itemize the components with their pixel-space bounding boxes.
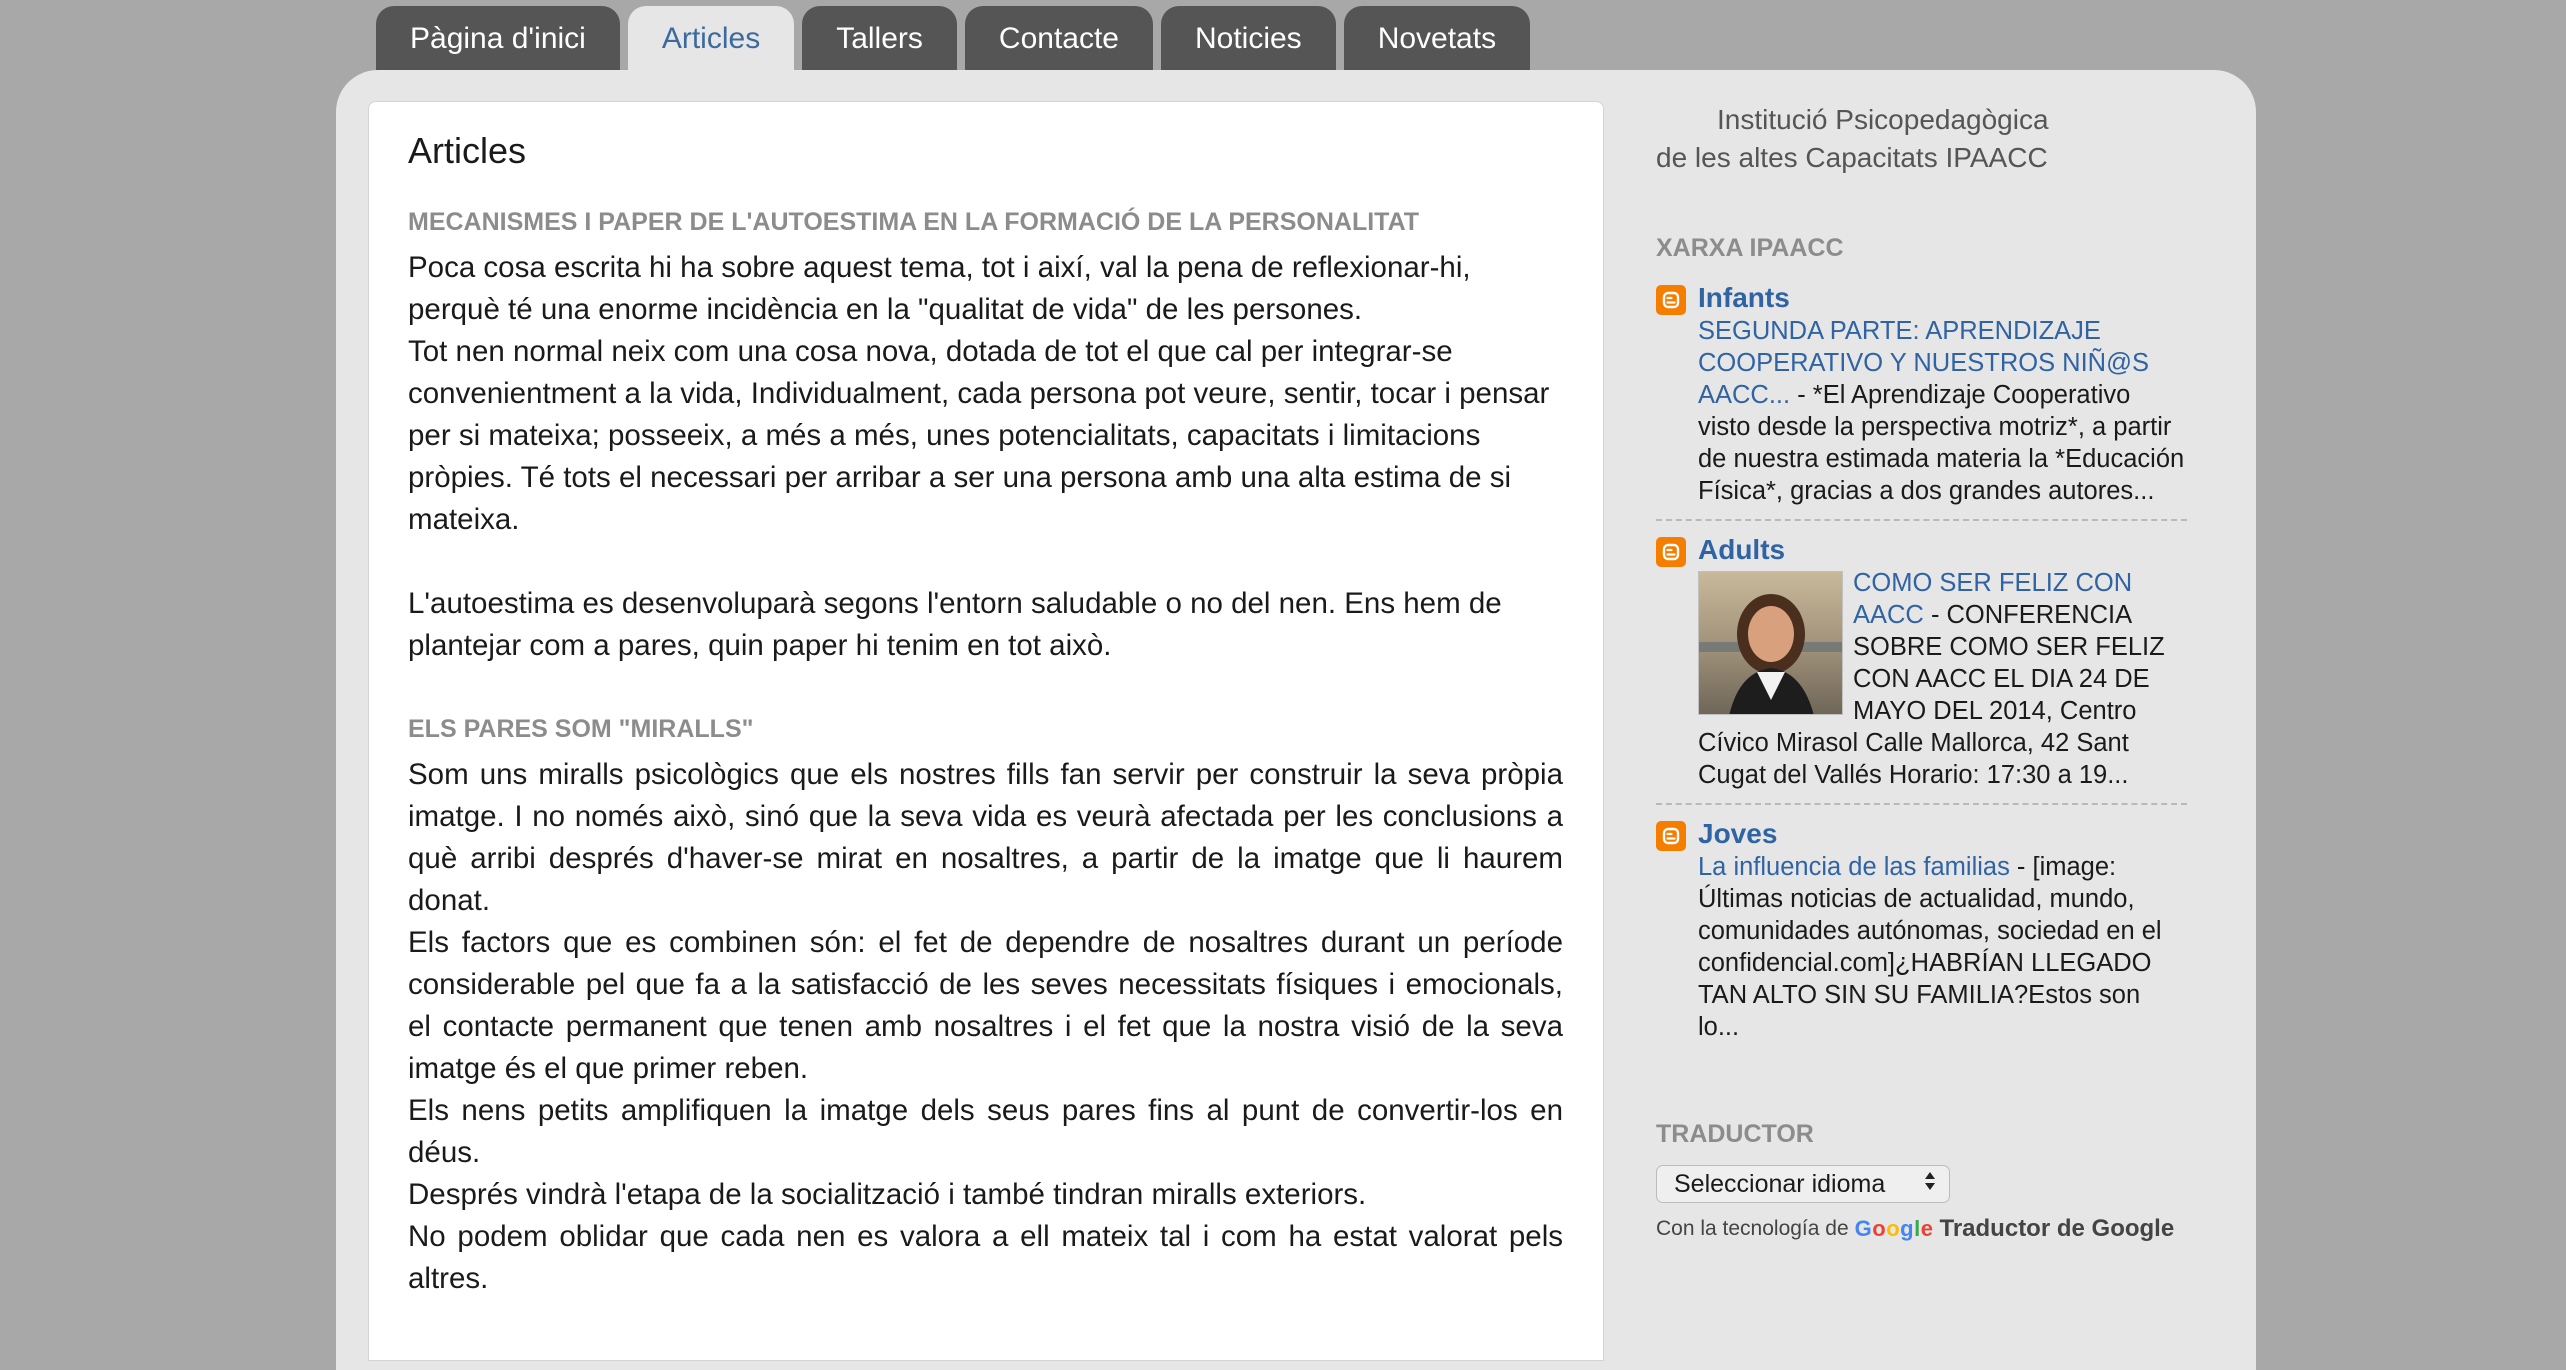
blog-name-link[interactable]: Joves (1698, 817, 2187, 851)
article-paragraph: Els factors que es combinen són: el fet … (408, 926, 1563, 1085)
blogger-icon (1656, 821, 1686, 851)
blog-list-item: Infants SEGUNDA PARTE: APRENDIZAJE COOPE… (1656, 281, 2187, 521)
blog-post-summary: La influencia de las familias - [image: … (1698, 851, 2187, 1043)
blog-name-link[interactable]: Adults (1698, 533, 2187, 567)
powered-by-text: Con la tecnología de (1656, 1217, 1849, 1240)
institution-name: de les altes Capacitats IPAACC (1656, 142, 2048, 173)
language-select[interactable]: Seleccionar idioma (1656, 1165, 1950, 1203)
language-select-value: Seleccionar idioma (1674, 1169, 1886, 1198)
blogger-icon (1656, 285, 1686, 315)
tab-tallers[interactable]: Tallers (802, 6, 957, 71)
google-translate-link[interactable]: Traductor de Google (1940, 1215, 2175, 1243)
select-arrows-icon (1923, 1169, 1937, 1200)
tab-novetats[interactable]: Novetats (1343, 6, 1531, 71)
article-paragraph: No podem oblidar que cada nen es valora … (408, 1220, 1563, 1295)
section-heading: MECANISMES I PAPER DE L'AUTOESTIMA EN LA… (408, 208, 1420, 236)
tab-articles[interactable]: Articles (627, 6, 795, 71)
sidebar: Institució Psicopedagògica de les altes … (1656, 101, 2187, 1243)
blog-post-summary: SEGUNDA PARTE: APRENDIZAJE COOPERATIVO Y… (1698, 315, 2187, 507)
blogger-icon (1656, 537, 1686, 567)
translator-widget-title: TRADUCTOR (1656, 1120, 1814, 1148)
blog-name-link[interactable]: Infants (1698, 281, 2187, 315)
article-paragraph: Som uns miralls psicològics que els nost… (408, 758, 1563, 917)
network-widget-title: XARXA IPAACC (1656, 234, 1844, 262)
tab-contacte[interactable]: Contacte (964, 6, 1153, 71)
tab-pagina-inici[interactable]: Pàgina d'inici (376, 6, 620, 71)
article-card: Articles MECANISMES I PAPER DE L'AUTOEST… (368, 101, 1604, 1361)
page-title: Articles (408, 130, 527, 171)
article-paragraph: Els nens petits amplifiquen la imatge de… (408, 1094, 1563, 1169)
post-snippet: - [image: Últimas noticias de actualidad… (1698, 853, 2162, 1041)
blog-post-summary: COMO SER FELIZ CON AACC - CONFERENCIA SO… (1698, 567, 2187, 791)
article-paragraph: Poca cosa escrita hi ha sobre aquest tem… (408, 251, 1471, 326)
translator-attribution: Con la tecnología de Google Traductor de… (1656, 1215, 2186, 1243)
article-paragraph: Després vindrà l'etapa de la socialitzac… (408, 1178, 1367, 1211)
post-thumbnail[interactable] (1698, 571, 1843, 715)
section-heading: ELS PARES SOM "MIRALLS" (408, 715, 754, 743)
main-nav: Pàgina d'inici Articles Tallers Contacte… (376, 6, 1531, 71)
blog-list-item: Adults COMO SER FELIZ CON AACC - CONFERE… (1656, 533, 2187, 805)
post-title-link[interactable]: La influencia de las familias (1698, 853, 2010, 881)
article-paragraph: Tot nen normal neix com una cosa nova, d… (408, 335, 1550, 536)
blog-list-item: Joves La influencia de las familias - [i… (1656, 817, 2187, 1055)
institution-name: Institució Psicopedagògica (1717, 104, 2049, 135)
google-logo[interactable]: Google (1855, 1216, 1934, 1242)
tab-noticies[interactable]: Noticies (1160, 6, 1336, 71)
article-paragraph: L'autoestima es desenvoluparà segons l'e… (408, 587, 1502, 662)
